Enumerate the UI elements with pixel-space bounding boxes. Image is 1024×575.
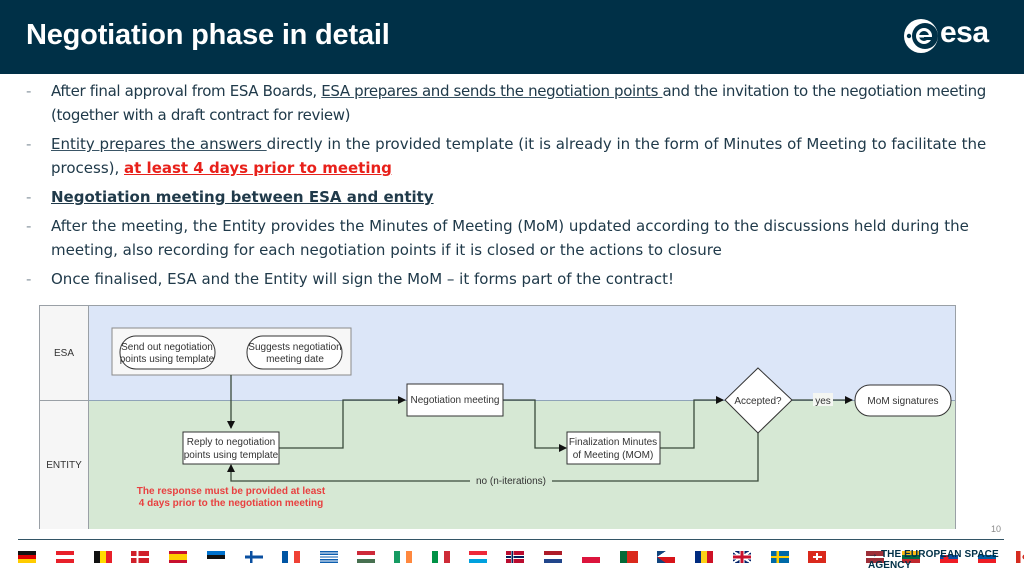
flag-czech-republic-icon [657,551,675,563]
node-send-points: Send out negotiation points using templa… [119,335,216,370]
flag-estonia-icon [207,551,225,563]
node-accepted-decision: Accepted? [724,367,793,434]
flag-poland-icon [582,551,600,563]
flag-denmark-icon [131,551,149,563]
footer-divider [18,539,1004,540]
flag-italy-icon [432,551,450,563]
flag-austria-icon [56,551,74,563]
flag-ireland-icon [394,551,412,563]
flag-switzerland-icon [808,551,826,563]
page-number: 10 [991,524,1002,534]
flag-netherlands-icon [544,551,562,563]
node-reply: Reply to negotiation points using templa… [182,431,280,465]
node-send-points-line1: Send out negotiation [121,342,213,353]
flag-portugal-icon [620,551,638,563]
flag-sweden-icon [771,551,789,563]
flag-spain-icon [169,551,187,563]
deadline-note-line1: The response must be provided at least [137,486,326,497]
node-reply-line1: Reply to negotiation [187,437,275,448]
node-negotiation-meeting: Negotiation meeting [406,383,504,417]
flag-germany-icon [18,551,36,563]
node-mom-signatures-text: MoM signatures [867,396,938,407]
edge-label-yes: yes [815,396,831,407]
node-finalization-line2: of Meeting (MOM) [573,450,654,461]
flag-romania-icon [695,551,713,563]
node-mom-signatures: MoM signatures [854,384,952,417]
node-negotiation-meeting-text: Negotiation meeting [411,395,500,406]
node-suggest-date-line2: meeting date [266,354,324,365]
node-suggest-date: Suggests negotiation meeting date [246,335,343,370]
deadline-note-line2: 4 days prior to the negotiation meeting [139,498,323,509]
edge-reply-to-meeting [279,396,406,449]
agency-tagline: → THE EUROPEAN SPACE AGENCY [868,549,999,571]
flag-norway-icon [506,551,524,563]
flag-greece-icon [320,551,338,563]
flag-hungary-icon [357,551,375,563]
edge-finalization-to-accepted [660,396,724,449]
flag-united-kingdom-icon [733,551,751,563]
edge-meeting-to-finalization [503,399,567,452]
flow-diagram: Send out negotiation points using templa… [111,327,952,509]
node-finalization-line1: Finalization Minutes [569,437,657,448]
flag-france-icon [282,551,300,563]
edge-accepted-no [231,433,759,482]
node-finalization: Finalization Minutes of Meeting (MOM) [566,431,661,465]
flag-luxembourg-icon [469,551,487,563]
node-suggest-date-line1: Suggests negotiation [248,342,341,353]
edge-label-no: no (n-iterations) [476,476,546,487]
node-send-points-line2: points using template [120,354,215,365]
node-accepted-text: Accepted? [734,396,782,407]
flag-finland-icon [245,551,263,563]
node-reply-line2: points using template [184,450,279,461]
flag-belgium-icon [94,551,112,563]
